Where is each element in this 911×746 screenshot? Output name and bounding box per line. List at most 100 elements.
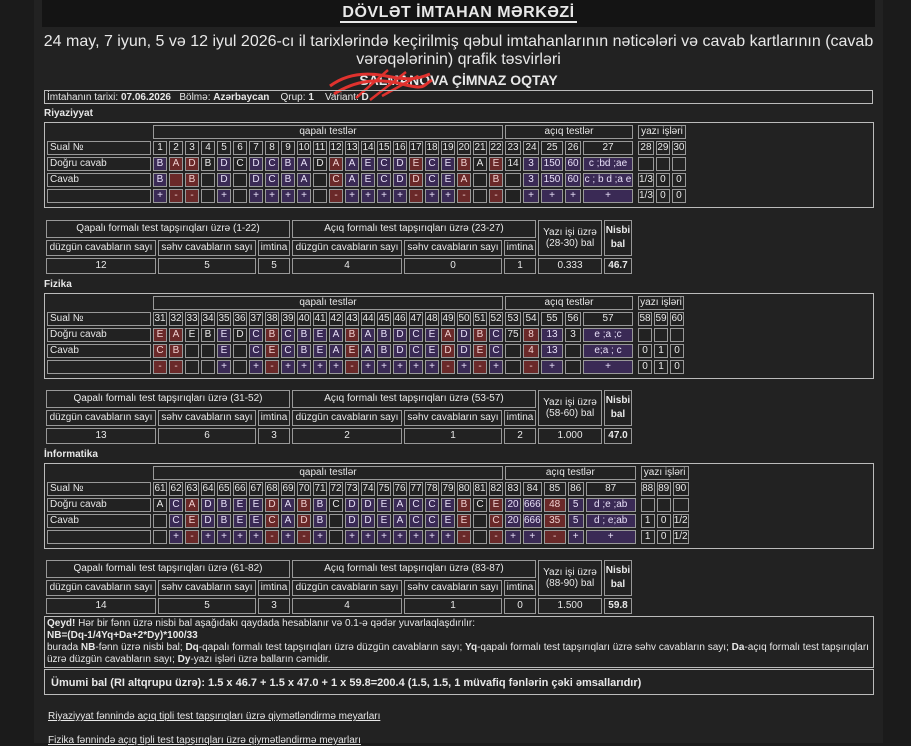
- answer-mark: +: [361, 189, 375, 203]
- summary-value: 0: [504, 598, 536, 614]
- correct-answer: E: [441, 498, 455, 512]
- question-number: 36: [233, 312, 247, 326]
- correct-answer: 666: [523, 498, 542, 512]
- question-number: 63: [185, 482, 199, 496]
- correct-answer: B: [265, 328, 279, 342]
- summary-value: 47.0: [604, 428, 632, 444]
- summary-value: 12: [46, 258, 156, 274]
- answer-mark: +: [281, 360, 295, 374]
- given-answer: C: [377, 173, 391, 187]
- closed-header: qapalı testlər: [153, 466, 503, 480]
- question-number: 53: [505, 312, 521, 326]
- correct-answer: B: [281, 157, 295, 171]
- question-number: 55: [541, 312, 563, 326]
- note-key: NB: [80, 642, 96, 653]
- row-label: [47, 189, 151, 203]
- correct-answer: 20: [505, 498, 521, 512]
- given-answer: 150: [541, 173, 563, 187]
- question-number: 31: [153, 312, 167, 326]
- answer-mark: +: [425, 360, 439, 374]
- given-answer: 13: [541, 344, 563, 358]
- closed-skip-label: imtina: [258, 580, 290, 596]
- given-answer: D: [457, 344, 471, 358]
- correct-answer: B: [377, 328, 391, 342]
- question-number: 1: [153, 141, 167, 155]
- row-label: [47, 530, 151, 544]
- variant-label: Variant:: [325, 92, 359, 103]
- given-answer: 1/3: [638, 173, 654, 187]
- row-label: [47, 360, 151, 374]
- question-number: 17: [409, 141, 423, 155]
- question-number: 78: [425, 482, 439, 496]
- open-correct-label: düzgün cavabların sayı: [292, 240, 402, 256]
- answer-mark: +: [201, 530, 215, 544]
- answer-table: qapalı testlər açıq testlər yazı işləri Sua…: [45, 294, 686, 376]
- given-answer: A: [297, 173, 311, 187]
- given-answer: D: [217, 173, 231, 187]
- given-answer: E: [265, 344, 279, 358]
- question-number: 9: [281, 141, 295, 155]
- question-number: 61: [153, 482, 167, 496]
- question-number: 83: [505, 482, 521, 496]
- given-answer: C: [153, 344, 167, 358]
- gap-cell: [638, 514, 639, 528]
- correct-answer: D: [185, 157, 199, 171]
- answer-mark: +: [361, 360, 375, 374]
- correct-answer: A: [297, 157, 311, 171]
- gap-cell: [635, 312, 636, 326]
- closed-header: qapalı testlər: [153, 296, 503, 310]
- score-title: Nisbi bal: [604, 390, 632, 426]
- correct-answer: A: [281, 498, 295, 512]
- question-number: 12: [329, 141, 343, 155]
- answer-mark: [473, 189, 487, 203]
- question-number: 15: [377, 141, 391, 155]
- open-header: açıq testlər: [505, 125, 633, 139]
- answer-mark: -: [185, 530, 199, 544]
- row-label: Doğru cavab: [47, 157, 151, 171]
- note-text: -qapalı formalı test tapşırıqları üzrə s…: [477, 642, 732, 653]
- open-summary-title: Açıq formalı test tapşırıqları üzrə (53-…: [292, 390, 536, 408]
- answer-mark: +: [585, 530, 636, 544]
- question-number: 44: [361, 312, 375, 326]
- question-number: 87: [585, 482, 636, 496]
- correct-answer: B: [457, 157, 471, 171]
- note-text: -qapalı formalı test tapşırıqları üzrə d…: [198, 642, 466, 653]
- answer-mark: [565, 360, 581, 374]
- answer-mark: -: [345, 360, 359, 374]
- question-number: 3: [185, 141, 199, 155]
- answer-grid: qapalı testlər açıq testlər yazı işləri Sua…: [44, 122, 874, 208]
- question-number: 49: [441, 312, 455, 326]
- question-number: 38: [265, 312, 279, 326]
- question-number: 24: [523, 141, 539, 155]
- answer-mark: 1/2: [672, 530, 689, 544]
- blank-cell: [47, 466, 151, 480]
- question-number: 30: [671, 141, 686, 155]
- score-summary: Qapalı formalı test tapşırıqları üzrə (3…: [44, 388, 634, 446]
- answer-mark: +: [217, 189, 231, 203]
- question-number: 19: [441, 141, 455, 155]
- correct-answer: D: [217, 157, 231, 171]
- answer-mark: +: [249, 189, 263, 203]
- question-number: 74: [361, 482, 375, 496]
- correct-answer: A: [185, 498, 199, 512]
- answer-mark: +: [377, 189, 391, 203]
- given-answer: C: [169, 514, 183, 528]
- question-number: 43: [345, 312, 359, 326]
- question-number: 48: [425, 312, 439, 326]
- question-number: 4: [201, 141, 215, 155]
- gap-cell: [635, 189, 636, 203]
- answer-mark: [185, 360, 199, 374]
- written-header: yazı işləri: [638, 296, 684, 310]
- given-answer: C: [409, 344, 423, 358]
- correct-answer: 13: [541, 328, 563, 342]
- physics-criteria-link[interactable]: Fizika fənnində açıq tipli test tapşırıq…: [48, 735, 361, 746]
- given-answer: 3: [523, 173, 539, 187]
- closed-header: qapalı testlər: [153, 125, 503, 139]
- section-label: Bölmə:: [179, 92, 211, 103]
- math-criteria-link[interactable]: Riyaziyyat fənnində açıq tipli test tapş…: [48, 711, 380, 722]
- row-label: Sual №: [47, 312, 151, 326]
- given-answer: 0: [638, 344, 652, 358]
- correct-answer: A: [473, 157, 487, 171]
- question-number: 28: [638, 141, 654, 155]
- correct-answer: E: [233, 498, 247, 512]
